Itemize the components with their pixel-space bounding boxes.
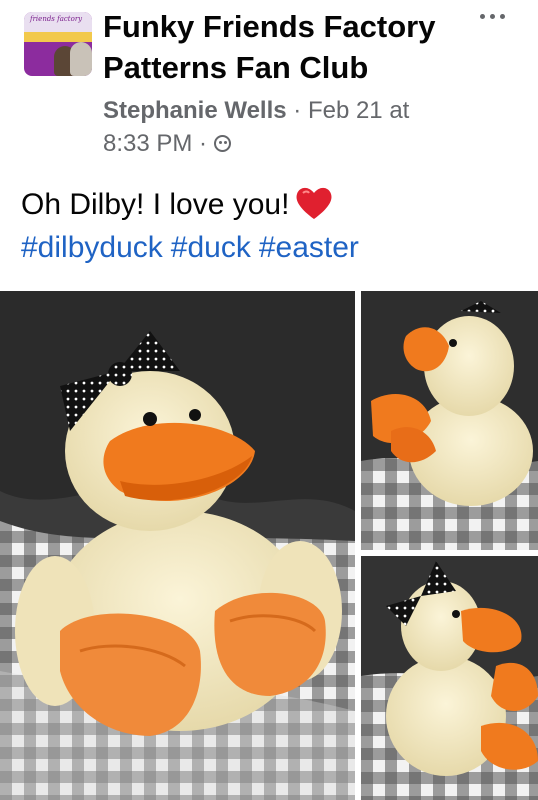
hashtag-duck[interactable]: #duck: [171, 231, 251, 264]
post-date-part1[interactable]: Feb 21 at: [308, 97, 409, 124]
group-name-link[interactable]: Funky Friends Factory Patterns Fan Club: [103, 6, 473, 88]
hashtag-list: #dilbyduck #duck #easter: [21, 226, 521, 269]
post-meta: Stephanie Wells · Feb 21 at 8:33 PM ·: [103, 97, 410, 157]
post-header: friends factory Funky Friends Factory Pa…: [0, 0, 538, 170]
side-photo-top[interactable]: [361, 291, 538, 550]
post-date-part2[interactable]: 8:33 PM: [103, 130, 192, 157]
hashtag-dilbyduck[interactable]: #dilbyduck: [21, 231, 163, 264]
avatar-logo-text: friends factory: [30, 15, 83, 23]
more-options-icon[interactable]: [478, 6, 508, 26]
group-avatar[interactable]: friends factory: [24, 12, 92, 76]
red-heart-emoji-icon: [296, 187, 332, 219]
group-name-line1: Funky Friends Factory: [103, 9, 436, 44]
main-photo[interactable]: [0, 291, 355, 800]
side-photo-bottom[interactable]: [361, 556, 538, 800]
author-name[interactable]: Stephanie Wells: [103, 97, 287, 124]
group-name-line2: Patterns Fan Club: [103, 50, 369, 85]
globe-icon[interactable]: [213, 135, 231, 152]
hashtag-easter[interactable]: #easter: [259, 231, 359, 264]
meta-separator: ·: [286, 97, 308, 124]
post-message: Oh Dilby! I love you!: [21, 188, 290, 221]
post-body: Oh Dilby! I love you! #dilbyduck #duck #ea…: [21, 183, 521, 269]
